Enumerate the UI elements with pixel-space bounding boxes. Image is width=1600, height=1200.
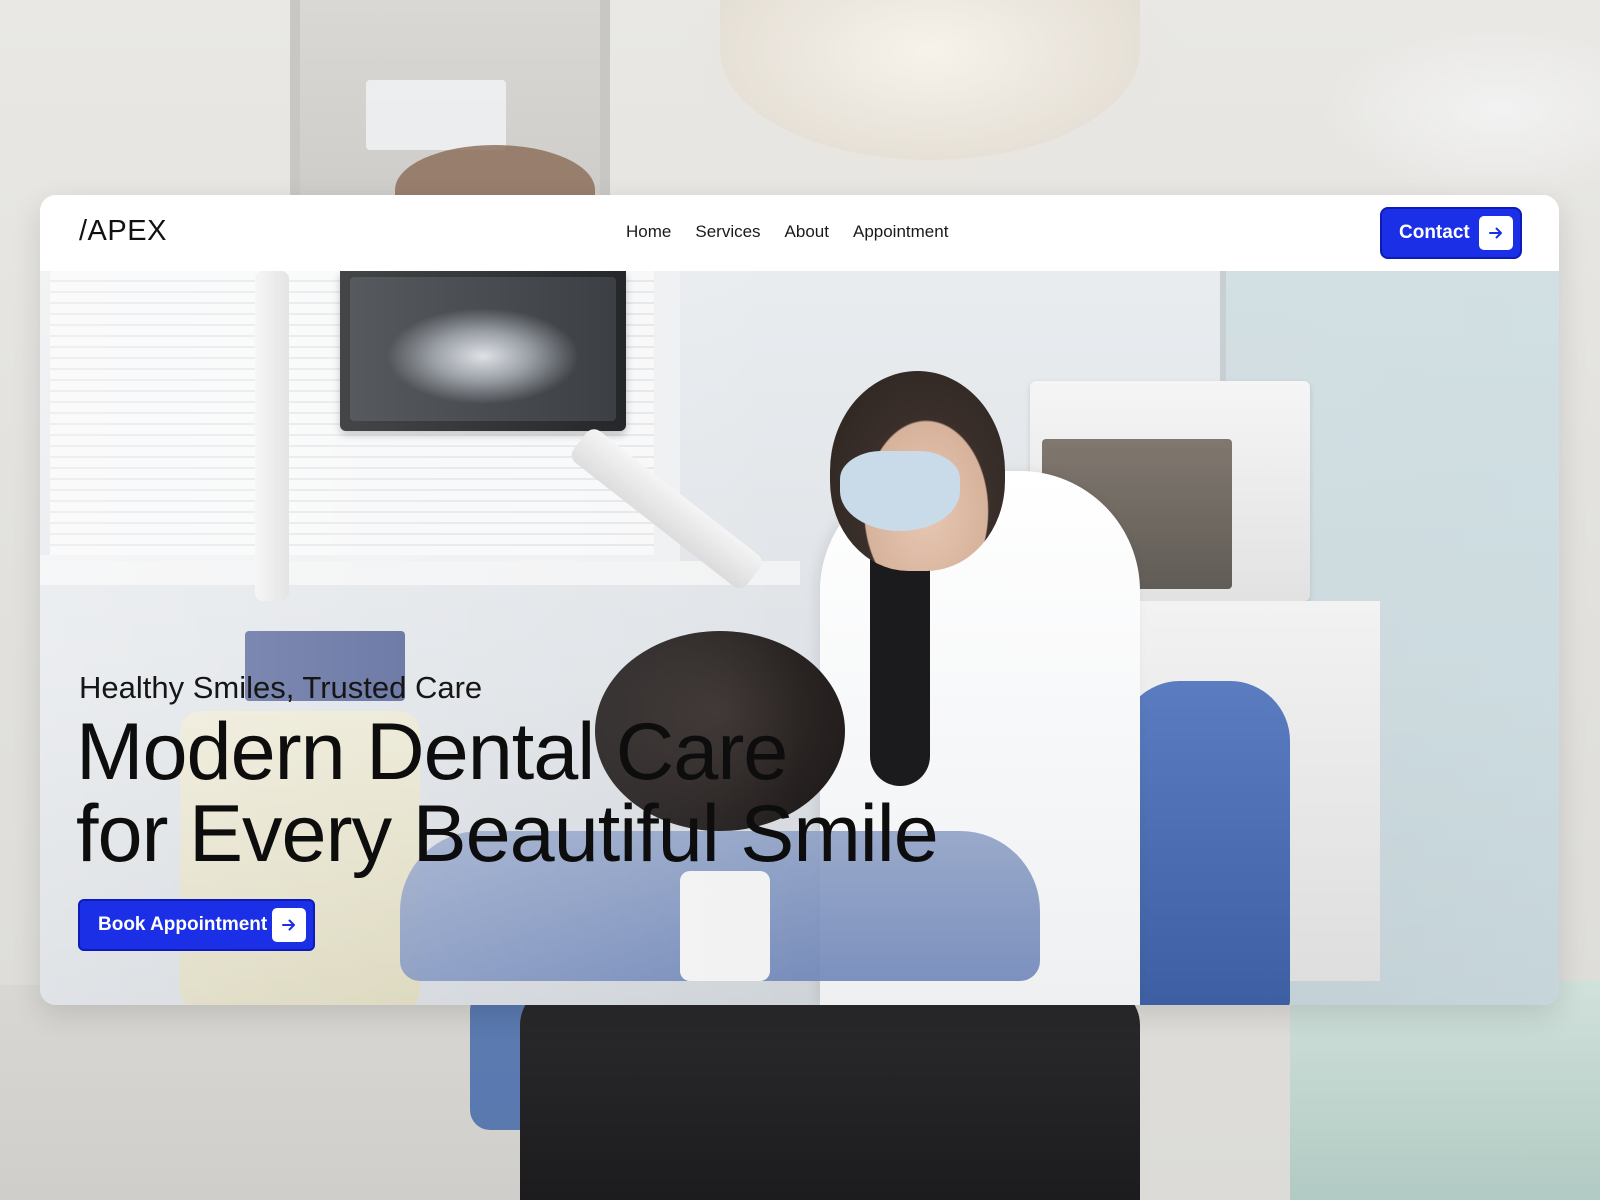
- nav-link-appointment[interactable]: Appointment: [853, 222, 948, 242]
- nav-link-services[interactable]: Services: [695, 222, 760, 242]
- background-counter: [1290, 980, 1600, 1200]
- background-door-sign: [366, 80, 506, 150]
- background-wall: [0, 985, 520, 1200]
- hero-headline: Modern Dental Care for Every Beautiful S…: [76, 711, 1176, 875]
- background-patient-body: [520, 985, 1140, 1200]
- hero-section: Healthy Smiles, Trusted Care Modern Dent…: [40, 271, 1559, 1005]
- hero-headline-line-2: for Every Beautiful Smile: [76, 789, 939, 879]
- logo[interactable]: /APEX: [79, 215, 167, 248]
- book-appointment-button[interactable]: Book Appointment: [78, 899, 315, 951]
- background-dental-lamp: [720, 0, 1140, 160]
- nav-link-about[interactable]: About: [785, 222, 829, 242]
- contact-button[interactable]: Contact: [1380, 207, 1522, 259]
- navbar: /APEX Home Services About Appointment Co…: [40, 195, 1559, 271]
- hero-headline-line-1: Modern Dental Care: [76, 707, 788, 797]
- contact-button-label: Contact: [1399, 222, 1470, 243]
- text-backdrop-veil: [40, 271, 800, 1005]
- book-appointment-label: Book Appointment: [98, 914, 268, 935]
- arrow-right-icon: [272, 908, 306, 942]
- surgical-mask: [840, 451, 960, 531]
- hero-tagline: Healthy Smiles, Trusted Care: [79, 670, 483, 705]
- website-card: /APEX Home Services About Appointment Co…: [40, 195, 1559, 1005]
- nav-links: Home Services About Appointment: [626, 222, 948, 242]
- nav-link-home[interactable]: Home: [626, 222, 671, 242]
- arrow-right-icon: [1479, 216, 1513, 250]
